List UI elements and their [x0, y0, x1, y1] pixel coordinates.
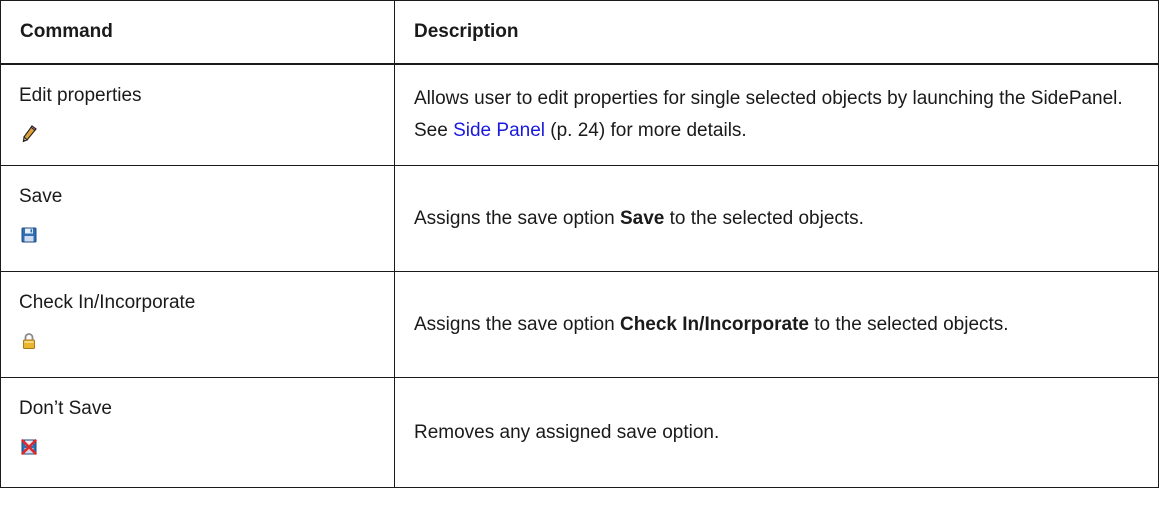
pencil-icon	[19, 124, 39, 144]
description-pre: Assigns the save option	[414, 313, 620, 335]
command-cell: Check In/Incorporate	[0, 271, 395, 378]
description-text: Assigns the save option Check In/Incorpo…	[414, 309, 1158, 341]
commands-table: Command Description Edit properties Allo…	[0, 0, 1159, 488]
command-cell: Don’t Save	[0, 377, 395, 488]
header-description: Description	[394, 0, 1159, 65]
header-row: Command Description	[0, 0, 1159, 65]
description-bold: Check In/Incorporate	[619, 313, 809, 335]
table-row-dont-save: Don’t Save Removes any assigned save opt…	[0, 377, 1159, 488]
floppy-disk-icon	[19, 225, 39, 245]
description-post: to the selected objects.	[808, 313, 1009, 335]
table-row-check-in: Check In/Incorporate Assigns the save op…	[0, 271, 1159, 378]
side-panel-link[interactable]: Side Panel	[453, 120, 545, 141]
description-text: Assigns the save option Save to the sele…	[414, 203, 1158, 235]
description-cell: Assigns the save option Save to the sele…	[394, 165, 1159, 272]
description-cell: Allows user to edit properties for singl…	[394, 63, 1159, 166]
command-label: Don’t Save	[19, 398, 112, 419]
description-post: (p. 24) for more details.	[545, 119, 747, 141]
description-cell: Removes any assigned save option.	[394, 377, 1159, 488]
table-row-save: Save Assigns the save option Save to the…	[0, 165, 1159, 272]
command-label: Check In/Incorporate	[19, 292, 196, 313]
command-cell: Save	[0, 165, 395, 272]
description-post: to the selected objects.	[664, 207, 864, 229]
table-row-edit-properties: Edit properties Allows user to edit prop…	[0, 63, 1159, 166]
padlock-icon	[19, 331, 39, 351]
command-label: Edit properties	[19, 84, 142, 106]
description-pre: Assigns the save option	[414, 207, 620, 229]
description-bold: Save	[619, 207, 665, 229]
header-command: Command	[0, 0, 395, 65]
description-text: Allows user to edit properties for singl…	[414, 83, 1158, 147]
description-cell: Assigns the save option Check In/Incorpo…	[394, 271, 1159, 378]
command-cell: Edit properties	[0, 63, 395, 166]
description-text: Removes any assigned save option.	[414, 421, 720, 443]
dont-save-icon	[19, 437, 39, 457]
command-label: Save	[19, 186, 63, 207]
